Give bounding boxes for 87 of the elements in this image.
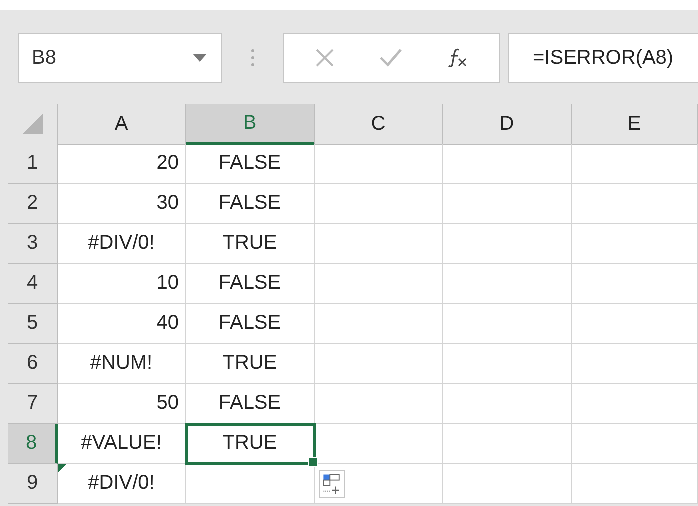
formula-field[interactable]: =ISERROR(A8) [508, 33, 698, 83]
column-header[interactable]: D [443, 104, 572, 145]
table-cell[interactable] [315, 144, 443, 184]
cell-value: 30 [156, 192, 179, 215]
cell-reference: B8 [32, 46, 56, 70]
table-cell[interactable]: TRUE [186, 424, 315, 464]
cell-value: FALSE [218, 192, 282, 215]
table-cell[interactable] [443, 464, 572, 504]
row-header[interactable]: 2 [8, 184, 58, 224]
table-cell[interactable] [572, 144, 698, 184]
error-indicator-icon [58, 464, 67, 473]
table-cell[interactable] [572, 384, 698, 424]
table-cell[interactable]: #VALUE! [58, 424, 186, 464]
row-header[interactable]: 3 [8, 224, 58, 264]
table-cell[interactable] [443, 304, 572, 344]
cell-value: #DIV/0! [88, 232, 155, 255]
cell-value: #VALUE! [81, 432, 162, 455]
table-cell[interactable] [315, 384, 443, 424]
table-cell[interactable] [572, 464, 698, 504]
row-header[interactable]: 9 [8, 464, 58, 504]
cell-value: FALSE [218, 272, 282, 295]
cell-value: TRUE [222, 352, 278, 375]
table-cell[interactable]: 20 [58, 144, 186, 184]
table-cell[interactable] [443, 224, 572, 264]
row-header[interactable]: 4 [8, 264, 58, 304]
table-cell[interactable] [443, 264, 572, 304]
row-header[interactable]: 6 [8, 344, 58, 384]
table-cell[interactable] [443, 424, 572, 464]
table-cell[interactable] [186, 464, 315, 504]
table-cell[interactable] [572, 224, 698, 264]
table-cell[interactable]: FALSE [186, 384, 315, 424]
table-cell[interactable] [315, 264, 443, 304]
cell-value: TRUE [222, 432, 278, 455]
cell-value: #DIV/0! [88, 472, 155, 495]
cell-value: 40 [156, 312, 179, 335]
table-cell[interactable] [572, 344, 698, 384]
cancel-icon[interactable] [314, 48, 334, 68]
table-cell[interactable]: FALSE [186, 144, 315, 184]
cell-value: FALSE [218, 152, 282, 175]
cell-value: #NUM! [90, 352, 153, 375]
table-cell[interactable]: 40 [58, 304, 186, 344]
drag-handle-icon[interactable] [250, 48, 254, 68]
row-header[interactable]: 5 [8, 304, 58, 344]
cell-value: TRUE [222, 232, 278, 255]
row-header[interactable]: 7 [8, 384, 58, 424]
table-cell[interactable] [315, 184, 443, 224]
column-header[interactable]: B [186, 104, 315, 145]
cell-value: 20 [156, 152, 179, 175]
cell-value: 10 [156, 272, 179, 295]
table-cell[interactable] [443, 184, 572, 224]
select-all-icon[interactable] [22, 114, 42, 134]
table-cell[interactable] [572, 264, 698, 304]
table-cell[interactable] [315, 344, 443, 384]
table-cell[interactable]: #DIV/0! [58, 224, 186, 264]
row-header[interactable]: 1 [8, 144, 58, 184]
dropdown-caret-icon[interactable] [193, 54, 207, 62]
name-box[interactable]: B8 [18, 33, 222, 83]
fill-handle[interactable] [308, 457, 318, 467]
table-cell[interactable]: FALSE [186, 184, 315, 224]
column-header[interactable]: C [315, 104, 443, 145]
table-cell[interactable] [315, 224, 443, 264]
table-cell[interactable] [572, 184, 698, 224]
table-cell[interactable] [572, 424, 698, 464]
table-cell[interactable]: FALSE [186, 264, 315, 304]
row-header[interactable]: 8 [8, 424, 58, 464]
checkmark-icon[interactable] [380, 49, 402, 67]
table-cell[interactable]: 50 [58, 384, 186, 424]
function-icon[interactable] [446, 48, 468, 68]
table-cell[interactable] [315, 424, 443, 464]
table-cell[interactable] [315, 304, 443, 344]
table-cell[interactable]: 10 [58, 264, 186, 304]
table-cell[interactable] [443, 344, 572, 384]
cell-value: FALSE [218, 312, 282, 335]
cell-value: 50 [156, 392, 179, 415]
column-header[interactable]: A [58, 104, 186, 145]
table-cell[interactable] [443, 144, 572, 184]
table-cell[interactable] [443, 384, 572, 424]
column-header[interactable]: E [572, 104, 698, 145]
paste-options-icon[interactable] [319, 470, 345, 498]
table-cell[interactable]: #NUM! [58, 344, 186, 384]
table-cell[interactable]: 30 [58, 184, 186, 224]
table-cell[interactable]: TRUE [186, 344, 315, 384]
table-cell[interactable]: TRUE [186, 224, 315, 264]
table-cell[interactable]: #DIV/0! [58, 464, 186, 504]
table-cell[interactable] [572, 304, 698, 344]
table-cell[interactable]: FALSE [186, 304, 315, 344]
cell-value: FALSE [218, 392, 282, 415]
